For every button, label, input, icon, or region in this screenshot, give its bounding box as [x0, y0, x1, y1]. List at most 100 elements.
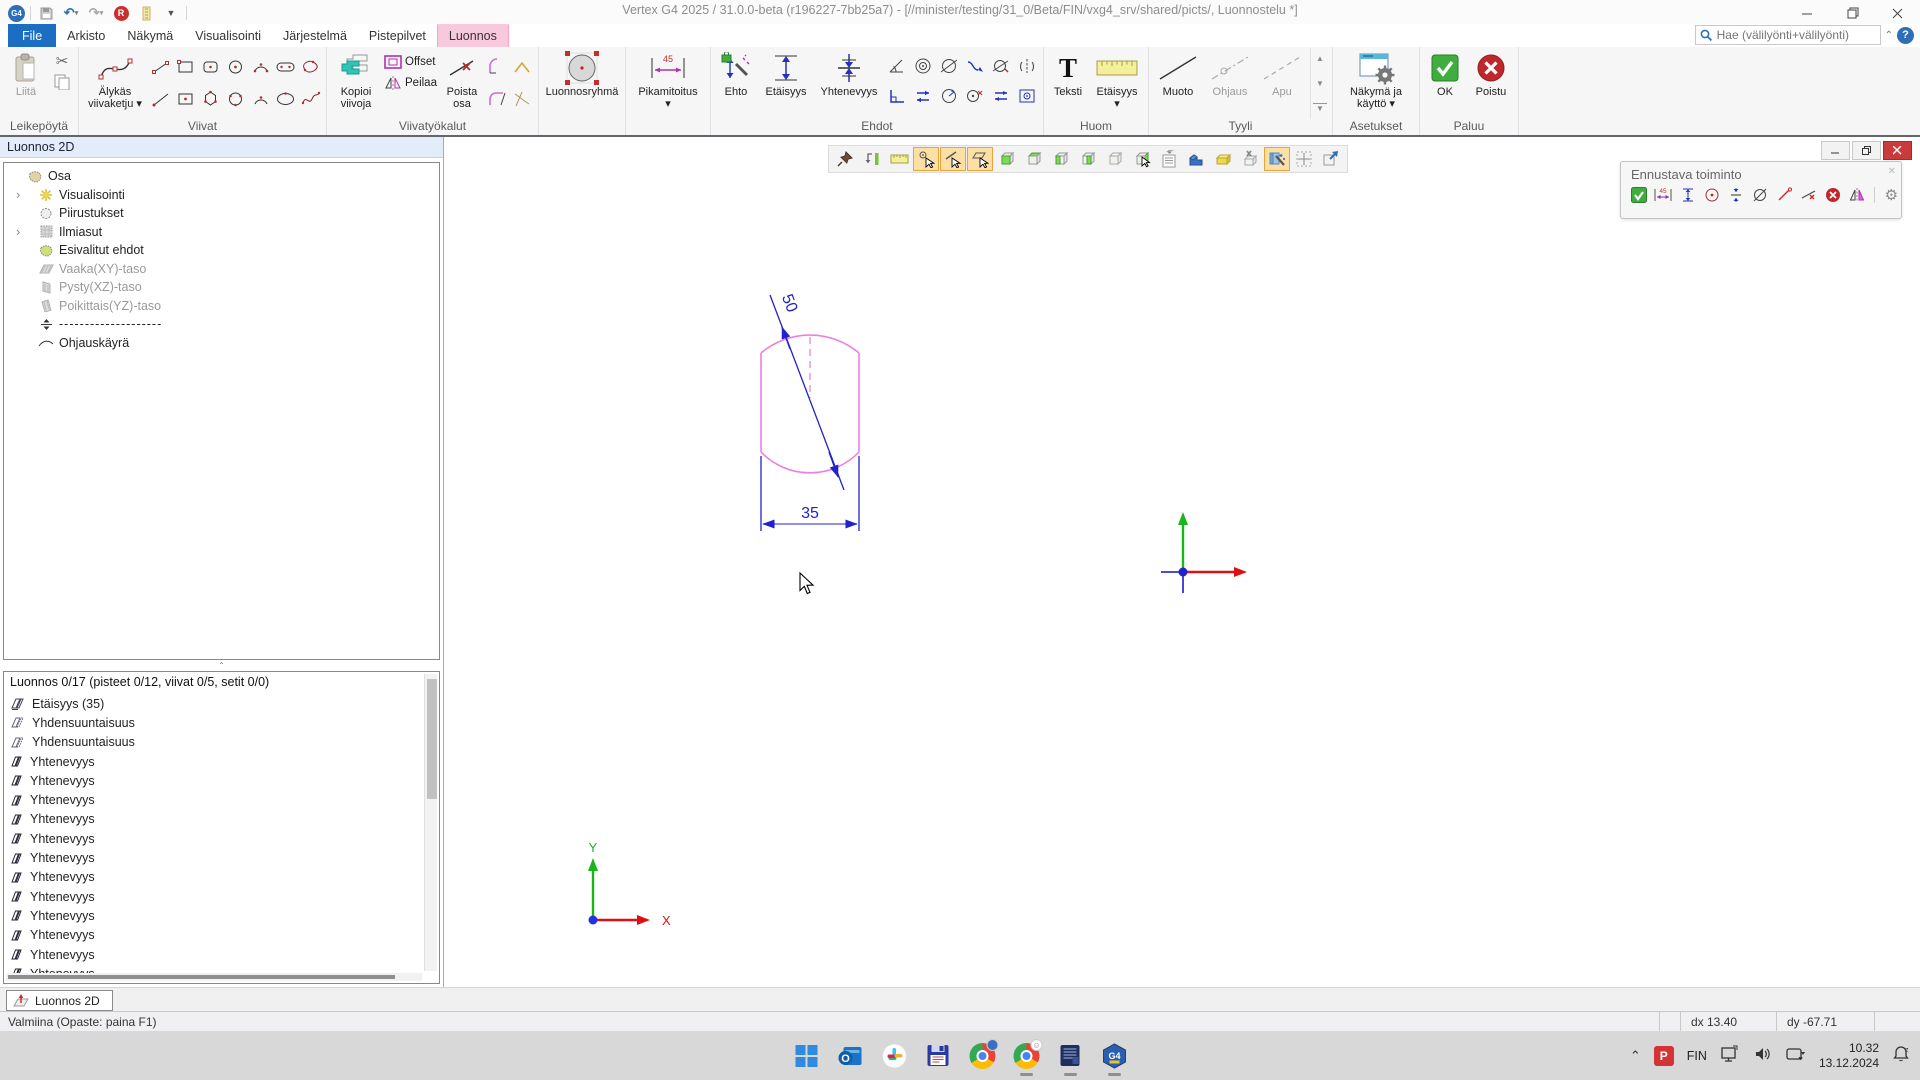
predict-trim-button[interactable] — [1799, 185, 1818, 205]
close-icon[interactable]: ✕ — [1888, 166, 1896, 177]
list-item-coincidence[interactable]: Yhtenevyys — [10, 926, 439, 945]
pattern-constraint-button[interactable] — [1014, 81, 1040, 111]
horizontal-scrollbar[interactable] — [6, 973, 422, 981]
flip-direction-button[interactable] — [859, 147, 885, 171]
tab-jarjestelma[interactable]: Järjestelmä — [272, 24, 358, 47]
freeform-tool-button[interactable] — [298, 52, 323, 82]
angle-constraint-button[interactable] — [884, 51, 910, 81]
network-icon[interactable] — [1720, 1045, 1740, 1066]
select-points-toggle[interactable] — [913, 147, 939, 171]
tangent-constraint-button[interactable] — [936, 51, 962, 81]
tree-item-piirustukset[interactable]: Piirustukset — [4, 204, 439, 223]
list-item-coincidence[interactable]: Yhtenevyys — [10, 906, 439, 925]
drawer-button[interactable] — [1210, 147, 1236, 171]
app-logo-icon[interactable]: G4 — [8, 5, 25, 22]
volume-icon[interactable] — [1753, 1045, 1773, 1066]
vertical-scrollbar[interactable] — [424, 674, 437, 971]
close-button[interactable] — [1875, 0, 1920, 26]
part-3d-button[interactable] — [1183, 147, 1209, 171]
chrome-icon[interactable] — [969, 1042, 996, 1069]
tab-pistepilvet[interactable]: Pistepilvet — [358, 24, 437, 47]
rectangle-center-tool-button[interactable] — [173, 84, 198, 114]
view-left-button[interactable] — [1048, 147, 1074, 171]
list-item-coincidence[interactable]: Yhtenevyys — [10, 790, 439, 809]
panel-splitter[interactable]: ⌃ — [0, 663, 443, 671]
tree-item-ohjauskayra[interactable]: Ohjauskäyrä — [4, 334, 439, 353]
notes-app-icon[interactable] — [1057, 1042, 1084, 1069]
document-tab-luonnos2d[interactable]: Luonnos 2D — [6, 990, 113, 1011]
vertex-g4-icon[interactable]: G4 — [1101, 1042, 1128, 1069]
predict-tangent-button[interactable] — [1751, 185, 1770, 205]
select-lines-toggle[interactable] — [940, 147, 966, 171]
predict-vertical-dim-button[interactable] — [1678, 185, 1697, 205]
parallel-constraint-button[interactable] — [910, 81, 936, 111]
dimension-note-button[interactable]: Etäisyys ▾ — [1089, 48, 1145, 119]
spline-tool-button[interactable] — [298, 84, 323, 114]
doc-minimize-button[interactable] — [1821, 141, 1850, 160]
outlook-icon[interactable]: O — [837, 1042, 864, 1069]
rounded-rectangle-tool-button[interactable] — [198, 52, 223, 82]
style-guide-button[interactable]: Ohjaus — [1204, 48, 1256, 119]
list-item-coincidence[interactable]: Yhtenevyys — [10, 771, 439, 790]
text-button[interactable]: T Teksti — [1047, 48, 1089, 119]
scrollbar-thumb[interactable] — [427, 679, 437, 799]
record-button[interactable]: R — [111, 4, 131, 22]
predict-dimension-button[interactable]: 45 — [1653, 185, 1673, 205]
view-iso-button[interactable] — [1102, 147, 1128, 171]
paste-button[interactable]: Liitä — [3, 48, 49, 119]
distance-constraint-button[interactable]: Etäisyys — [758, 48, 814, 119]
radius-constraint-button[interactable] — [936, 81, 962, 111]
tab-visualisointi[interactable]: Visualisointi — [184, 24, 272, 47]
minimize-button[interactable] — [1785, 0, 1830, 26]
chrome-profile-icon[interactable]: ☺ — [1013, 1042, 1040, 1069]
sketch-group-button[interactable]: Luonnosryhmä — [542, 48, 622, 119]
undo-button[interactable]: ↶▾ — [61, 4, 81, 22]
style-shape-button[interactable]: Muoto — [1152, 48, 1204, 119]
cut-button[interactable]: ✂ — [56, 52, 69, 70]
exit-sketch-button[interactable] — [1318, 147, 1344, 171]
doc-restore-button[interactable] — [1852, 141, 1881, 160]
coincident-constraint-button[interactable]: Yhtenevyys — [814, 48, 884, 119]
view-top-button[interactable] — [1021, 147, 1047, 171]
list-item-parallelism[interactable]: Yhdensuuntaisuus — [10, 733, 439, 752]
list-item-coincidence[interactable]: Yhtenevyys — [10, 752, 439, 771]
tree-item-separator[interactable]: -------------------- — [4, 315, 439, 334]
tree-item-xy-plane[interactable]: Vaaka(XY)-taso — [4, 260, 439, 279]
save-app-icon[interactable] — [925, 1042, 952, 1069]
doc-close-button[interactable] — [1883, 141, 1912, 160]
smooth-constraint-button[interactable] — [962, 51, 988, 81]
circle-3pt-tool-button[interactable] — [223, 84, 248, 114]
arc2-tool-button[interactable] — [248, 84, 273, 114]
fillet-button[interactable] — [485, 52, 510, 82]
measure-button[interactable] — [886, 147, 912, 171]
fix-constraint-button[interactable] — [962, 81, 988, 111]
tray-expand-chevron[interactable]: ⌃ — [1630, 1048, 1641, 1064]
predict-symmetric-button[interactable] — [1727, 185, 1746, 205]
grid-toggle-button[interactable] — [1291, 147, 1317, 171]
tab-arkisto[interactable]: Arkisto — [56, 24, 116, 47]
ellipse-tool-button[interactable] — [273, 84, 298, 114]
style-scroll-down-button[interactable]: ▼ — [1313, 79, 1327, 88]
search-input[interactable] — [1717, 28, 1867, 42]
list-item-coincidence[interactable]: Yhtenevyys — [10, 829, 439, 848]
predict-concentric-button[interactable] — [1702, 185, 1721, 205]
corner-button[interactable] — [510, 52, 535, 82]
tab-luonnos[interactable]: Luonnos — [437, 24, 509, 47]
tab-nakyma[interactable]: Näkymä — [116, 24, 184, 47]
view-right-button[interactable] — [1075, 147, 1101, 171]
sheet-list-button[interactable] — [1156, 147, 1182, 171]
view-front-button[interactable] — [994, 147, 1020, 171]
notification-bell-icon[interactable]: z — [1892, 1045, 1910, 1066]
slot-tool-button[interactable] — [273, 52, 298, 82]
delete-view-button[interactable] — [1237, 147, 1263, 171]
redo-button[interactable]: ↷▾ — [86, 4, 106, 22]
media-icon[interactable] — [1786, 1045, 1806, 1066]
language-indicator[interactable]: FIN — [1687, 1049, 1707, 1063]
chevron-right-icon[interactable]: › — [16, 224, 20, 239]
qat-options-button[interactable]: ▼ — [161, 4, 181, 22]
polygon-tool-button[interactable] — [198, 84, 223, 114]
restore-button[interactable] — [1830, 0, 1875, 26]
measure-tool-button[interactable] — [136, 4, 156, 22]
symmetric-constraint-button[interactable] — [1014, 51, 1040, 81]
arc-tool-button[interactable] — [248, 52, 273, 82]
